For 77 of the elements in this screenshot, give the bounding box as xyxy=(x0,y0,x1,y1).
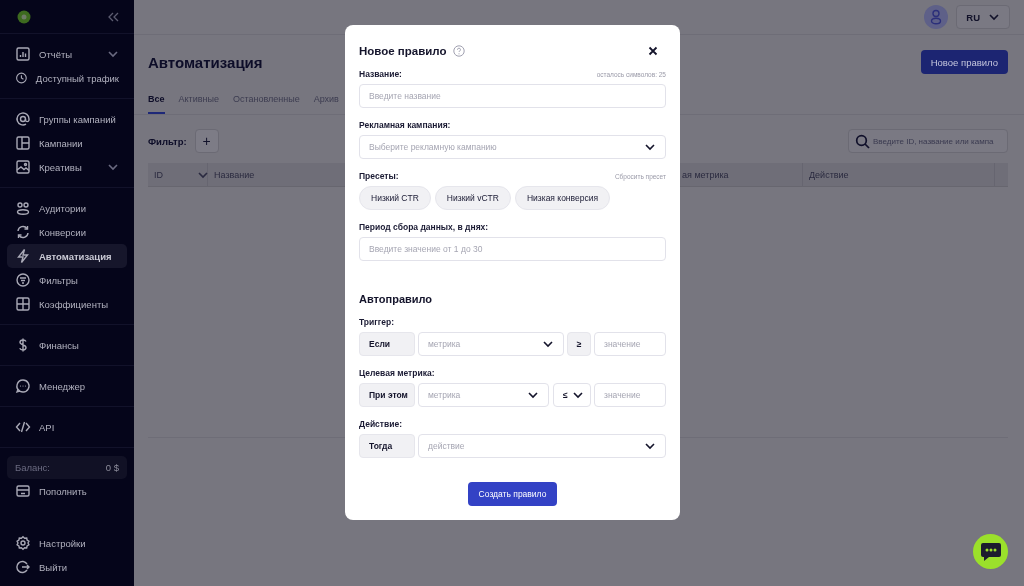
logo-icon xyxy=(17,9,31,24)
language-dropdown[interactable]: RU xyxy=(956,5,1010,29)
sidebar-item[interactable]: Доступный трафик xyxy=(7,66,127,90)
sidebar-item[interactable]: Менеджер xyxy=(7,374,127,398)
chevron-down-icon xyxy=(988,11,1000,23)
sidebar-item[interactable]: Фильтры xyxy=(7,268,127,292)
section-title: Автоправило xyxy=(359,293,434,305)
chevron-down-icon xyxy=(542,338,554,350)
code-icon xyxy=(15,419,31,435)
field-label: Название: xyxy=(359,69,402,79)
preset-chip[interactable]: Низкий CTR xyxy=(359,186,431,210)
chart-icon xyxy=(15,46,31,62)
preset-chip[interactable]: Низкий vCTR xyxy=(434,186,511,210)
name-field[interactable]: Введите название xyxy=(359,84,666,108)
field-label: Период сбора данных, в днях: xyxy=(359,222,489,232)
chat-icon xyxy=(979,541,1002,562)
close-button[interactable] xyxy=(646,44,660,58)
condition-label: Если xyxy=(359,332,415,356)
sidebar-item[interactable]: Группы кампаний xyxy=(7,107,127,131)
chevron-down-icon xyxy=(644,141,656,153)
balance-label: Баланс: xyxy=(15,462,50,473)
create-rule-button[interactable]: Создать правило xyxy=(467,482,558,506)
sidebar-item[interactable]: Отчёты xyxy=(7,42,127,66)
sidebar-item[interactable]: Аудитории xyxy=(7,196,127,220)
user-avatar-icon xyxy=(924,5,949,29)
filter-icon xyxy=(15,272,31,288)
preset-chip[interactable]: Низкая конверсия xyxy=(514,186,611,210)
search-icon xyxy=(855,134,870,149)
help-icon xyxy=(452,45,465,57)
sidebar-item[interactable]: Пополнить xyxy=(7,479,127,503)
sidebar-item[interactable]: Автоматизация xyxy=(7,244,127,268)
chevron-down-icon xyxy=(644,440,656,452)
value-field[interactable]: значение xyxy=(594,332,666,356)
chevron-down-icon xyxy=(107,48,119,60)
tab[interactable]: Все xyxy=(148,90,165,114)
condition-label: Тогда xyxy=(359,434,415,458)
operator-dropdown[interactable]: ≤ xyxy=(553,383,591,407)
sidebar-item[interactable]: Коэффициенты xyxy=(7,292,127,316)
close-icon xyxy=(648,46,658,56)
sidebar-item[interactable]: Выйти xyxy=(7,555,127,579)
field-label: Действие: xyxy=(359,419,402,429)
balance-value: 0 $ xyxy=(105,462,119,473)
field-label: Целевая метрика: xyxy=(359,368,435,378)
gear-icon xyxy=(15,535,31,551)
image-icon xyxy=(15,159,31,175)
collapse-icon xyxy=(107,10,120,23)
grid-icon xyxy=(15,296,31,312)
chat-icon xyxy=(15,378,31,394)
dialog-title: Новое правило xyxy=(359,45,447,57)
add-filter-button[interactable]: + xyxy=(194,129,219,153)
operator-button[interactable]: ≥ xyxy=(567,332,591,356)
page-title: Автоматизация xyxy=(148,53,263,71)
lightning-icon xyxy=(15,248,31,264)
sidebar-item[interactable]: Конверсии xyxy=(7,220,127,244)
field-label: Пресеты: xyxy=(359,171,399,181)
new-rule-button[interactable]: Новое правило xyxy=(920,50,1008,74)
sidebar-item[interactable]: Креативы xyxy=(7,155,127,179)
at-sign-icon xyxy=(15,111,31,127)
chevron-down-icon xyxy=(107,161,119,173)
filter-label: Фильтр: xyxy=(148,135,187,147)
sidebar-item[interactable]: Финансы xyxy=(7,333,127,357)
layout-icon xyxy=(15,135,31,151)
chevron-down-icon xyxy=(572,389,584,401)
sidebar-item[interactable]: Кампании xyxy=(7,131,127,155)
sidebar-item[interactable]: API xyxy=(7,415,127,439)
value-field[interactable]: значение xyxy=(594,383,666,407)
chevron-down-icon xyxy=(527,389,539,401)
wallet-icon xyxy=(15,483,31,499)
refresh-icon xyxy=(15,224,31,240)
field-label: Триггер: xyxy=(359,317,395,327)
sidebar-item[interactable]: Настройки xyxy=(7,531,127,555)
field-label: Рекламная кампания: xyxy=(359,120,451,130)
people-icon xyxy=(15,200,31,216)
period-field[interactable]: Введите значение от 1 до 30 xyxy=(359,237,666,261)
condition-label: При этом xyxy=(359,383,415,407)
clock-icon xyxy=(15,70,28,86)
logout-icon xyxy=(15,559,31,575)
